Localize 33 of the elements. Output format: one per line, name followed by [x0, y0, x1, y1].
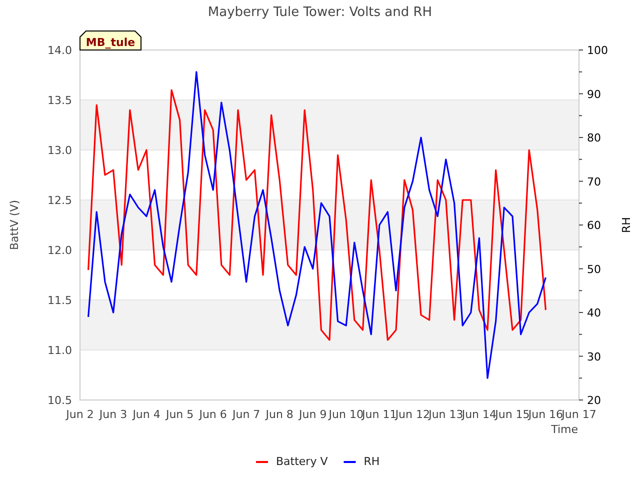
- y2-tick-label: 70: [587, 175, 601, 188]
- x-axis-label: Time: [551, 423, 578, 436]
- x-tick-label: Jun 3: [99, 408, 128, 421]
- y-tick-label: 13.5: [48, 94, 72, 107]
- x-tick-label: Jun 17: [562, 408, 596, 421]
- legend-label: RH: [364, 455, 380, 468]
- y2-tick-label: 100: [587, 44, 608, 57]
- x-tick-label: Jun 5: [166, 408, 194, 421]
- chart-title: Mayberry Tule Tower: Volts and RH: [208, 5, 432, 20]
- y-tick-label: 13.0: [48, 144, 72, 157]
- y-tick-label: 12.0: [48, 244, 72, 257]
- y-tick-label: 10.5: [48, 394, 72, 407]
- y2-tick-label: 60: [587, 219, 601, 232]
- y-tick-label: 12.5: [48, 194, 72, 207]
- y2-tick-label: 80: [587, 132, 601, 144]
- y2-axis-label: RH: [620, 217, 633, 233]
- x-tick-label: Jun 2: [66, 408, 94, 421]
- y-tick-label: 11.5: [48, 294, 72, 307]
- y2-tick-label: 30: [587, 350, 601, 364]
- legend-label: Battery V: [276, 455, 328, 468]
- x-tick-label: Jun 6: [199, 408, 227, 421]
- y-tick-label: 11.0: [48, 344, 72, 357]
- y2-tick-label: 20: [587, 394, 601, 407]
- y-tick-label: 14.0: [48, 44, 72, 57]
- y-axis-label: BattV (V): [8, 200, 21, 250]
- y2-tick-label: 50: [587, 262, 601, 276]
- station-tag: MB_tule: [80, 30, 142, 50]
- y2-tick-label: 90: [587, 88, 601, 101]
- x-tick-label: Jun 8: [266, 408, 294, 421]
- y2-tick-label: 40: [587, 306, 601, 320]
- x-tick-label: Jun 4: [132, 408, 160, 421]
- x-tick-label: Jun 7: [232, 408, 260, 421]
- x-tick-label: Jun 9: [299, 408, 327, 421]
